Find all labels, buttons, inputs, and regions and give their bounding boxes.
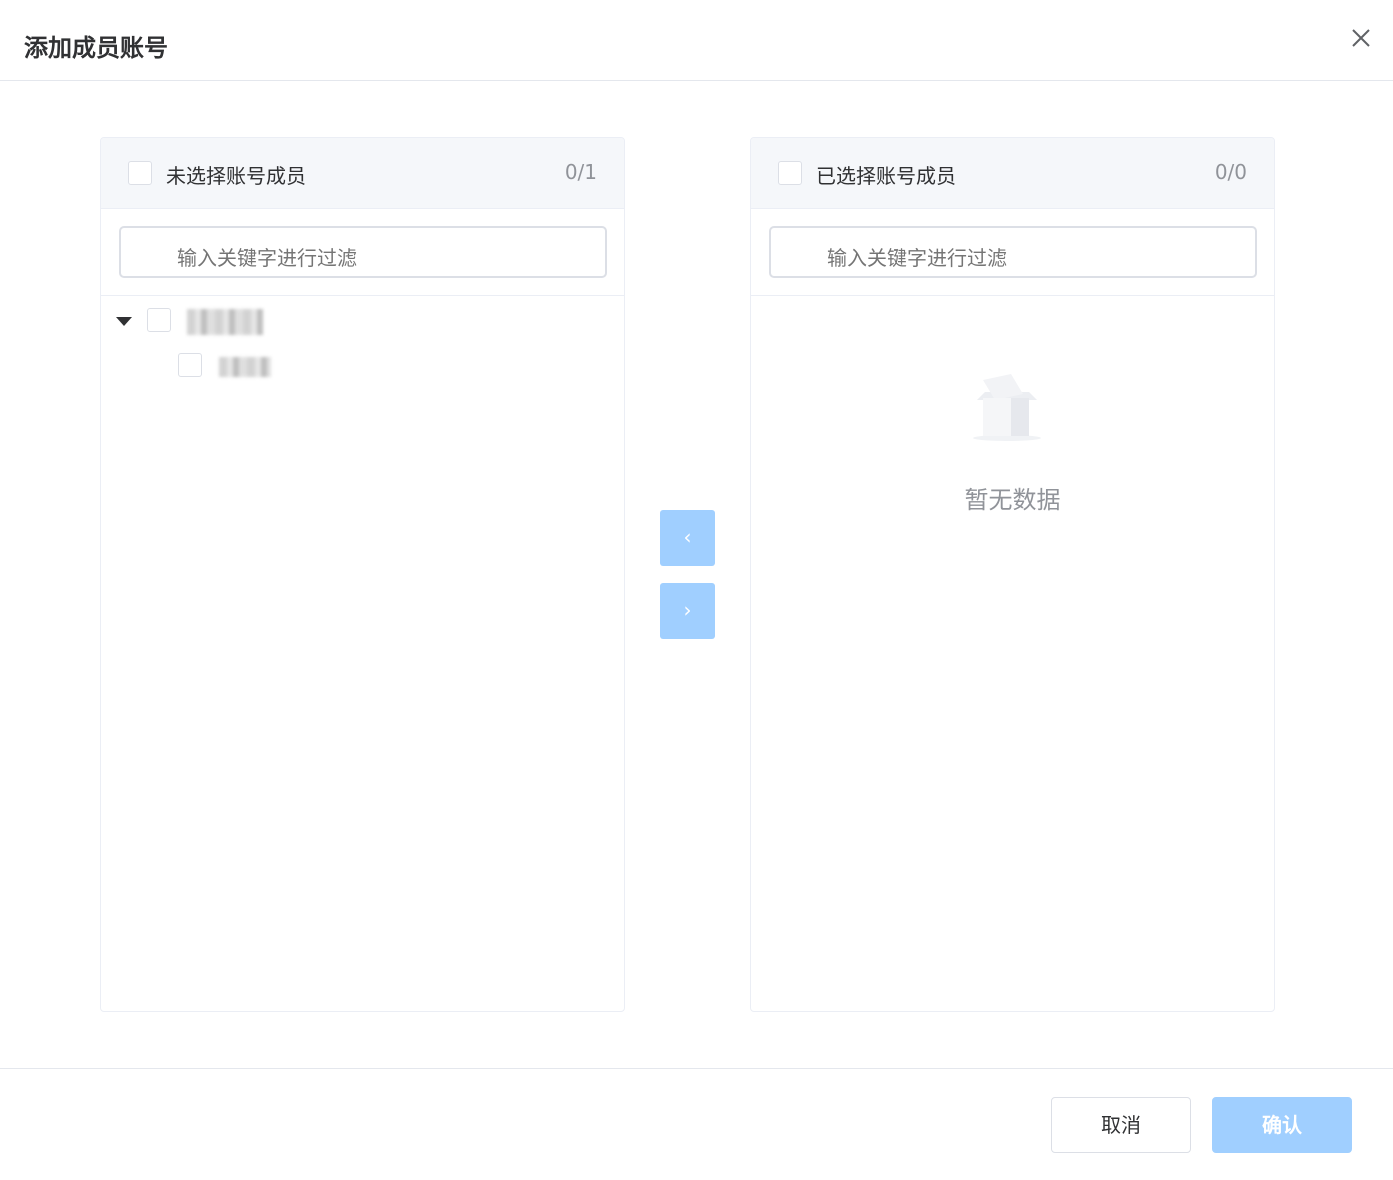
select-all-checkbox[interactable] [128, 161, 152, 185]
footer-divider [0, 1068, 1393, 1069]
confirm-button[interactable]: 确认 [1212, 1097, 1352, 1153]
panel-label: 已选择账号成员 [816, 164, 956, 188]
tree-node-label-redacted[interactable] [187, 309, 263, 335]
caret-down-icon[interactable] [116, 317, 132, 326]
move-right-button[interactable]: › [660, 583, 715, 639]
cancel-button[interactable]: 取消 [1051, 1097, 1191, 1153]
divider [101, 295, 624, 296]
filter-input[interactable] [769, 226, 1257, 278]
panel-header: 未选择账号成员 0/1 [101, 138, 624, 209]
divider [751, 295, 1274, 296]
panel-label: 未选择账号成员 [166, 164, 306, 188]
dialog-title: 添加成员账号 [24, 34, 168, 62]
empty-text: 暂无数据 [964, 486, 1061, 514]
tree-child-label-redacted[interactable] [219, 357, 271, 377]
panel-count: 0/0 [1214, 160, 1247, 184]
panel-header: 已选择账号成员 0/0 [751, 138, 1274, 209]
empty-box-icon [973, 374, 1041, 441]
dialog-header: 添加成员账号 [0, 0, 1393, 81]
filter-input[interactable] [119, 226, 607, 278]
selected-panel: 已选择账号成员 0/0 暂无数据 [750, 137, 1275, 1012]
move-left-button[interactable]: ‹ [660, 510, 715, 566]
panel-count: 0/1 [564, 160, 597, 184]
unselected-panel: 未选择账号成员 0/1 [100, 137, 625, 1012]
tree-child-checkbox[interactable] [178, 353, 202, 377]
tree-node-checkbox[interactable] [147, 308, 171, 332]
select-all-checkbox[interactable] [778, 161, 802, 185]
close-icon[interactable] [1348, 25, 1374, 51]
